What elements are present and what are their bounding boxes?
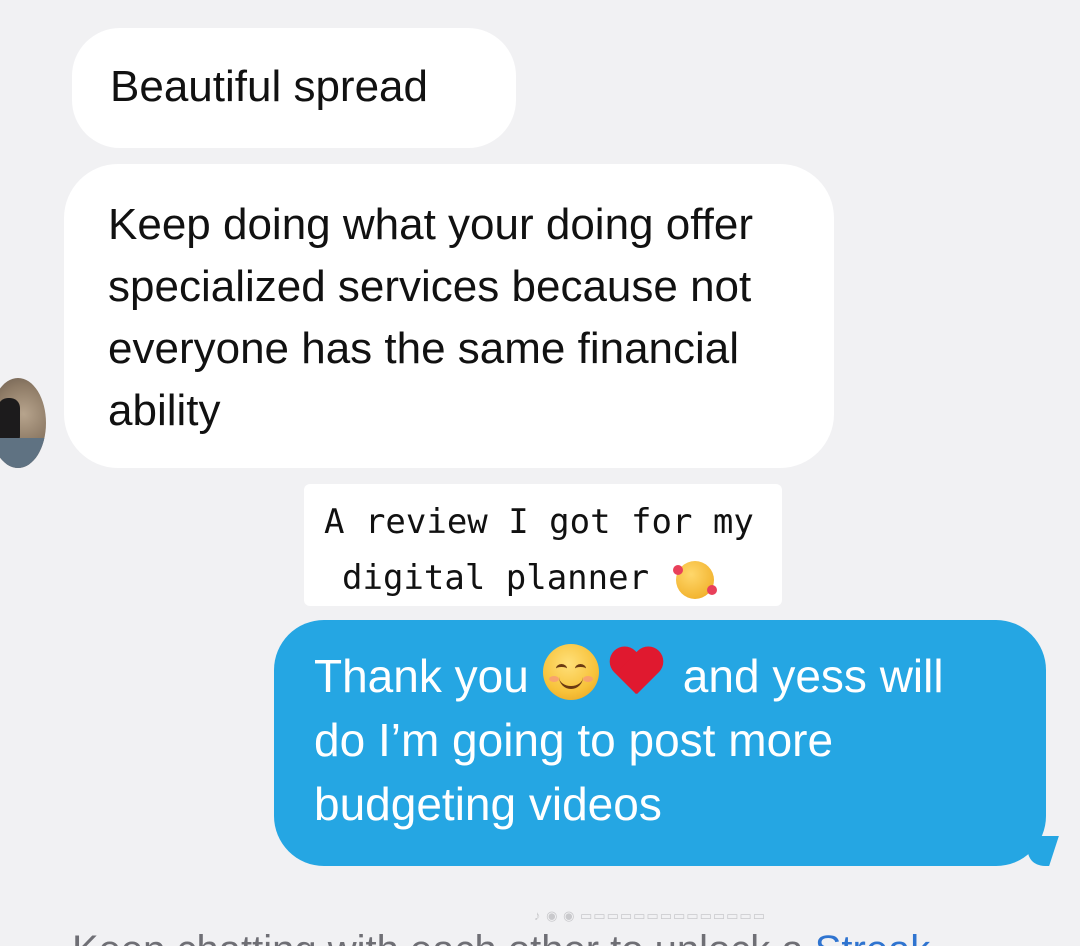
streak-link[interactable]: Streak xyxy=(815,928,931,946)
incoming-message-bubble[interactable]: Keep doing what your doing offer special… xyxy=(64,164,834,468)
incoming-message-bubble[interactable]: Beautiful spread xyxy=(72,28,516,148)
watermark: ♪ ◉ ◉ ▭▭▭▭▭▭▭▭▭▭▭▭▭▭ xyxy=(534,908,766,923)
streak-hint-text: Keep chatting with each other to unlock … xyxy=(72,928,815,946)
smiling-face-with-hearts-icon xyxy=(672,560,717,599)
avatar-shirt xyxy=(0,438,46,468)
message-text: Beautiful spread xyxy=(110,62,428,111)
sender-avatar[interactable] xyxy=(0,378,46,468)
caption-line-2-text: digital planner xyxy=(342,558,650,598)
message-text-start: Thank you xyxy=(314,650,529,702)
overlay-caption: A review I got for my digital planner xyxy=(304,484,782,651)
smiling-face-icon xyxy=(542,644,599,700)
streak-hint: Keep chatting with each other to unlock … xyxy=(72,928,1072,946)
outgoing-message-bubble[interactable]: Thank you and yess will do I’m going to p… xyxy=(274,620,1046,866)
caption-line-1: A review I got for my xyxy=(324,502,754,542)
red-heart-icon xyxy=(607,644,665,700)
message-text: Keep doing what your doing offer special… xyxy=(108,200,753,435)
